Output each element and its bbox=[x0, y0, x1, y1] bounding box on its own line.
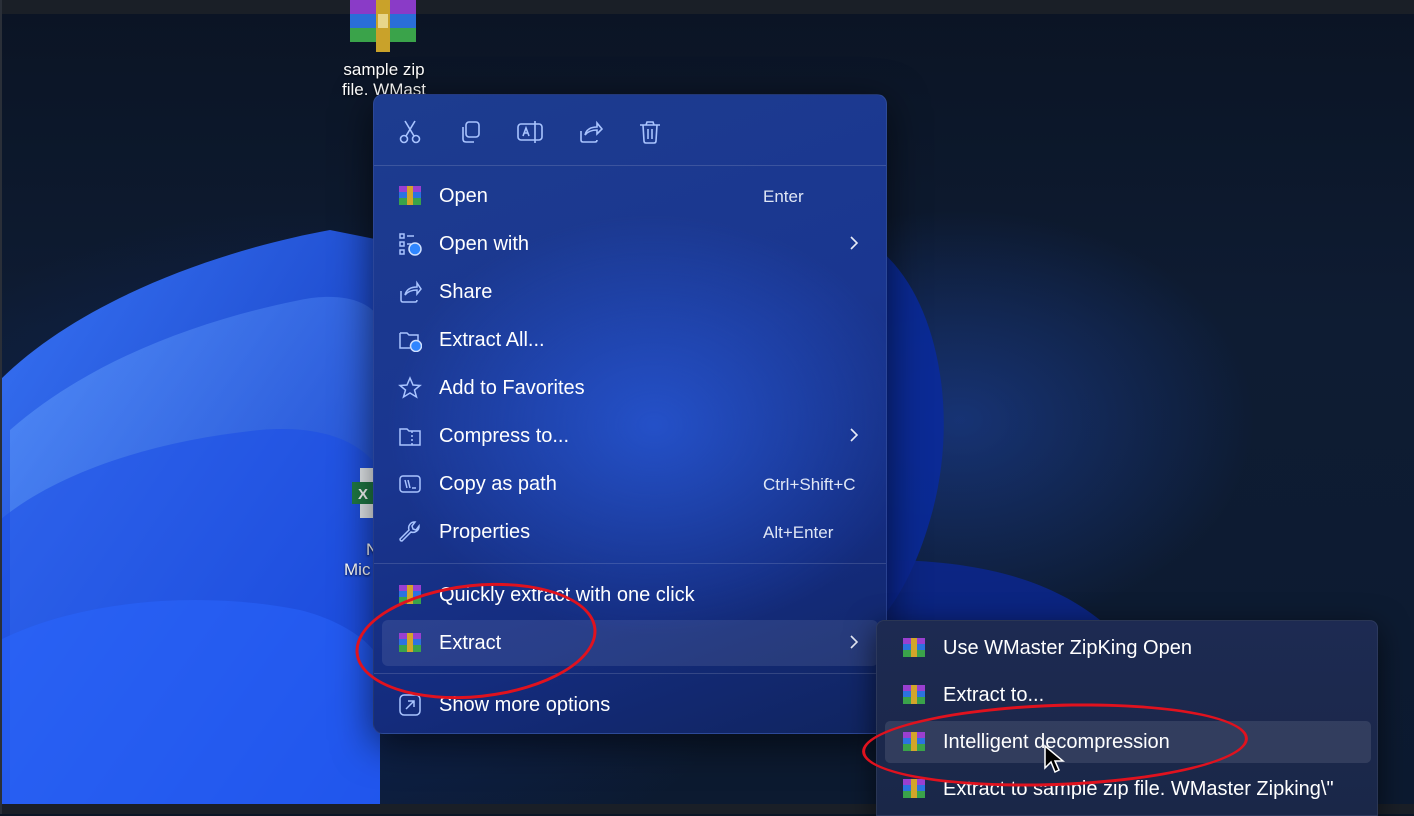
rename-icon bbox=[517, 121, 543, 143]
mouse-cursor-icon bbox=[1044, 744, 1065, 774]
menu-item-label: Share bbox=[439, 281, 493, 303]
chevron-right-icon bbox=[850, 236, 859, 250]
compress-icon bbox=[399, 428, 421, 446]
share-icon bbox=[580, 120, 603, 143]
rename-button[interactable] bbox=[513, 115, 547, 149]
menu-item-open[interactable]: Open Enter bbox=[382, 173, 878, 219]
menu-item-label: Compress to... bbox=[439, 425, 570, 447]
cut-button[interactable] bbox=[393, 115, 427, 149]
menu-item-shortcut: Alt+Enter bbox=[763, 523, 834, 542]
extract-all-icon bbox=[399, 332, 422, 352]
winrar-icon bbox=[903, 638, 925, 657]
submenu-item-use-wmaster-open[interactable]: Use WMaster ZipKing Open bbox=[885, 627, 1371, 669]
copy-icon bbox=[462, 121, 480, 143]
window-left-edge bbox=[0, 0, 2, 814]
menu-item-label: Add to Favorites bbox=[439, 377, 585, 399]
more-options-icon bbox=[399, 694, 421, 716]
delete-icon bbox=[640, 121, 660, 144]
winrar-icon bbox=[399, 186, 421, 205]
open-with-icon bbox=[399, 233, 422, 256]
chevron-right-icon bbox=[850, 428, 859, 442]
cut-icon bbox=[399, 120, 421, 144]
menu-item-add-to-favorites[interactable]: Add to Favorites bbox=[382, 365, 878, 411]
share-icon bbox=[400, 280, 422, 303]
winrar-icon bbox=[903, 685, 925, 704]
winrar-archive-icon[interactable] bbox=[346, 0, 420, 52]
menu-item-shortcut: Ctrl+Shift+C bbox=[763, 475, 856, 494]
submenu-item-label: Extract to... bbox=[943, 684, 1045, 706]
menu-divider bbox=[374, 563, 886, 564]
wrench-icon bbox=[399, 521, 420, 542]
context-menu-toolbar bbox=[374, 95, 886, 165]
menu-item-open-with[interactable]: Open with bbox=[382, 221, 878, 267]
chevron-right-icon bbox=[850, 635, 859, 649]
menu-item-copy-as-path[interactable]: Copy as path Ctrl+Shift+C bbox=[382, 461, 878, 507]
zip-file-label-line1: sample zip bbox=[343, 60, 425, 79]
menu-item-compress-to[interactable]: Compress to... bbox=[382, 413, 878, 459]
share-toolbar-button[interactable] bbox=[573, 115, 607, 149]
menu-item-label: Extract All... bbox=[439, 329, 545, 351]
menu-item-properties[interactable]: Properties Alt+Enter bbox=[382, 509, 878, 555]
menu-item-label: Properties bbox=[439, 521, 531, 543]
menu-divider bbox=[374, 165, 886, 166]
menu-item-label: Copy as path bbox=[439, 473, 557, 495]
copy-path-icon bbox=[399, 475, 421, 493]
copy-button[interactable] bbox=[453, 115, 487, 149]
menu-item-label: Open with bbox=[439, 233, 530, 255]
menu-item-shortcut: Enter bbox=[763, 187, 804, 206]
menu-item-extract-all[interactable]: Extract All... bbox=[382, 317, 878, 363]
star-icon bbox=[398, 376, 422, 399]
menu-item-label: Open bbox=[439, 185, 488, 207]
window-top-bar bbox=[0, 0, 1414, 14]
submenu-item-label: Use WMaster ZipKing Open bbox=[943, 637, 1192, 659]
delete-button[interactable] bbox=[633, 115, 667, 149]
menu-item-share[interactable]: Share bbox=[382, 269, 878, 315]
svg-text:X: X bbox=[358, 486, 368, 503]
winrar-icon bbox=[903, 779, 925, 798]
